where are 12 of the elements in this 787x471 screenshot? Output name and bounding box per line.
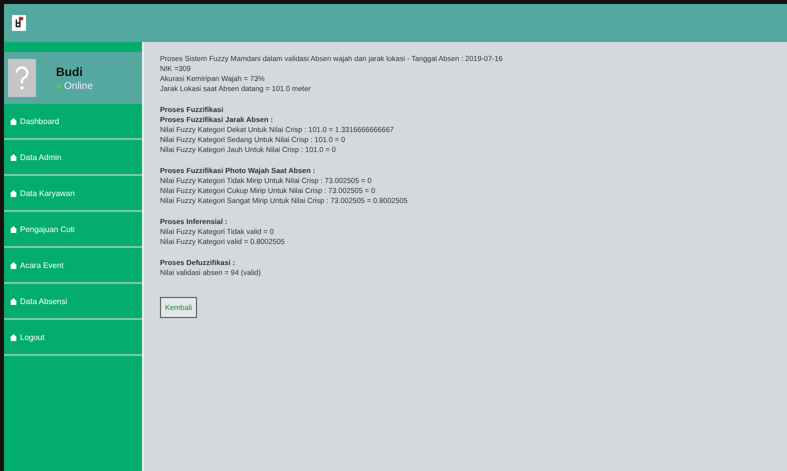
home-icon <box>10 154 17 160</box>
user-status: Online <box>64 80 93 92</box>
home-icon <box>10 226 17 232</box>
home-icon <box>10 118 17 124</box>
home-icon <box>10 190 17 196</box>
avatar-placeholder-icon <box>8 59 36 97</box>
home-icon <box>10 262 17 268</box>
user-name: Budi <box>56 64 84 78</box>
online-dot-icon <box>56 83 62 89</box>
logo-icon[interactable] <box>12 15 26 31</box>
home-icon <box>10 334 17 340</box>
home-icon <box>10 298 17 304</box>
